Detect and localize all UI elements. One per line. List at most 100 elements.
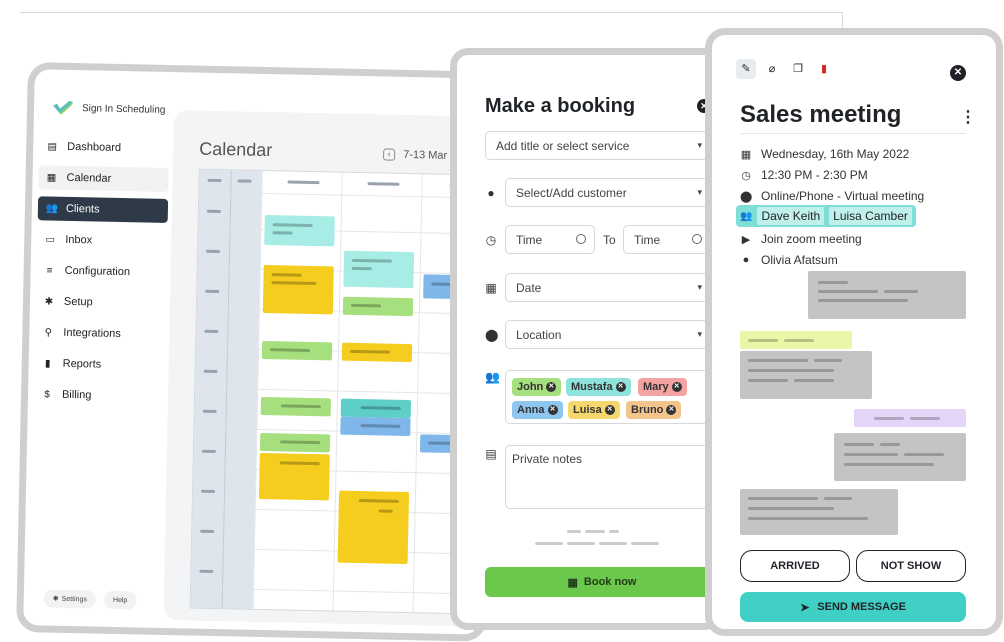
paperclip-icon[interactable]: ⌀	[762, 59, 782, 79]
attendee-chip[interactable]: Luisa ✕	[568, 401, 620, 419]
book-now-button[interactable]: ▦ Book now	[485, 567, 719, 597]
sidebar-item-label: Clients	[65, 202, 100, 216]
scheduling-app-window: Sign In Scheduling ▤ Dashboard ▦ Calendar …	[16, 62, 498, 642]
chip-label: Anna	[517, 404, 545, 416]
calendar-icon: ▦	[46, 171, 57, 184]
calendar-event[interactable]	[340, 398, 412, 419]
sidebar-nav: ▤ Dashboard ▦ Calendar 👥 Clients ▭ Inbox ≡ Co…	[34, 134, 170, 416]
remove-icon[interactable]: ✕	[615, 382, 626, 392]
chevron-down-icon: ▾	[697, 140, 702, 150]
divider	[20, 12, 842, 13]
sidebar-item-calendar[interactable]: ▦ Calendar	[38, 165, 169, 192]
event-location: Online/Phone - Virtual meeting	[761, 189, 925, 203]
calendar-event[interactable]	[262, 264, 334, 315]
customer-select[interactable]: Select/Add customer ▾	[505, 178, 711, 207]
gear-icon: ✱	[52, 595, 59, 603]
calendar-event[interactable]	[261, 340, 333, 361]
sidebar-item-inbox[interactable]: ▭ Inbox	[37, 227, 167, 254]
time-label-placeholder	[203, 369, 218, 374]
sidebar-item-dashboard[interactable]: ▤ Dashboard	[39, 134, 169, 161]
time-label-placeholder	[202, 409, 217, 414]
trash-icon[interactable]: ▮	[814, 59, 834, 79]
column-header-placeholder	[367, 182, 400, 186]
private-notes-field[interactable]: Private notes ▾	[505, 445, 719, 509]
clock-icon	[576, 234, 586, 244]
attendee-chip[interactable]: Bruno ✕	[626, 401, 682, 419]
placeholder-line	[567, 542, 595, 545]
sidebar-item-clients[interactable]: 👥 Clients	[37, 196, 169, 223]
close-icon[interactable]: ✕	[950, 65, 966, 81]
pencil-icon[interactable]: ✎	[736, 59, 756, 79]
location-placeholder: Location	[516, 327, 562, 342]
sidebar-item-label: Setup	[63, 295, 93, 309]
attendee-tag[interactable]: Luisa Camber	[829, 207, 912, 225]
sidebar-item-integrations[interactable]: ⚲ Integrations	[35, 320, 165, 347]
attendee-chip[interactable]: John ✕	[512, 378, 562, 396]
chat-message	[834, 433, 966, 481]
more-vertical-icon[interactable]: ⋮	[960, 107, 976, 127]
logo-check-icon	[53, 100, 74, 115]
placeholder-line	[599, 542, 627, 545]
attendee-tag[interactable]: Dave Keith	[757, 207, 825, 225]
arrived-button[interactable]: ARRIVED	[740, 550, 850, 582]
chat-message	[740, 489, 898, 535]
copy-icon[interactable]: ❐	[788, 59, 808, 79]
sidebar-item-reports[interactable]: ▮ Reports	[34, 351, 164, 378]
location-pin-icon: ⬤	[740, 190, 753, 203]
calendar-event[interactable]	[340, 416, 411, 437]
calendar-event[interactable]	[337, 490, 410, 565]
time-label-placeholder	[204, 329, 219, 334]
sidebar-footer: ✱ Settings Help	[43, 589, 137, 610]
sidebar-item-billing[interactable]: $ Billing	[34, 382, 164, 409]
send-plane-icon: ➤	[800, 601, 810, 614]
service-select[interactable]: Add title or select service ▾	[485, 131, 711, 160]
chevron-down-icon: ▾	[697, 187, 702, 197]
remove-icon[interactable]: ✕	[604, 405, 615, 415]
clock-icon: ◷	[741, 169, 751, 182]
calendar-event[interactable]	[264, 214, 335, 247]
attendee-chip[interactable]: Anna ✕	[512, 401, 563, 419]
sidebar-item-setup[interactable]: ✱ Setup	[36, 289, 166, 316]
attendee-chips[interactable]: John ✕ Mustafa ✕ Mary ✕ Anna ✕ Luisa ✕ Bruno ✕	[505, 370, 719, 424]
help-button[interactable]: Help	[103, 590, 137, 610]
attendee-chip[interactable]: Mary ✕	[638, 378, 687, 396]
event-toolbar: ✎ ⌀ ❐ ▮	[736, 59, 834, 79]
time-label-placeholder	[206, 209, 221, 214]
calendar-event[interactable]	[259, 432, 331, 453]
event-date: Wednesday, 16th May 2022	[761, 147, 910, 161]
remove-icon[interactable]: ✕	[546, 382, 557, 392]
time-from-input[interactable]: Time	[505, 225, 595, 254]
location-select[interactable]: Location ▾	[505, 320, 711, 349]
location-pin-icon: ⬤	[485, 328, 499, 342]
customer-placeholder: Select/Add customer	[516, 185, 627, 200]
zoom-link[interactable]: Join zoom meeting	[761, 232, 862, 246]
calendar-event[interactable]	[260, 396, 332, 417]
inbox-icon: ▭	[45, 233, 56, 246]
brand-logo[interactable]: Sign In Scheduling	[52, 100, 166, 118]
chevron-left-icon[interactable]: ‹	[383, 148, 396, 161]
calendar-event[interactable]	[341, 342, 413, 363]
chat-message	[740, 351, 872, 399]
to-label: To	[603, 233, 616, 247]
not-show-button[interactable]: NOT SHOW	[856, 550, 966, 582]
time-to-input[interactable]: Time	[623, 225, 711, 254]
remove-icon[interactable]: ✕	[671, 382, 682, 392]
calendar-event[interactable]	[258, 452, 330, 501]
remove-icon[interactable]: ✕	[666, 405, 677, 415]
time-from-placeholder: Time	[516, 232, 543, 247]
clock-icon	[692, 234, 702, 244]
date-select[interactable]: Date ▾	[505, 273, 711, 302]
sidebar-item-label: Reports	[62, 357, 102, 371]
settings-button[interactable]: ✱ Settings	[43, 589, 97, 609]
calendar-event[interactable]	[343, 250, 415, 289]
sidebar-item-configuration[interactable]: ≡ Configuration	[36, 258, 166, 285]
sliders-icon: ≡	[46, 264, 53, 277]
calendar-event[interactable]	[342, 296, 414, 317]
attendee-chip[interactable]: Mustafa ✕	[566, 378, 631, 396]
remove-icon[interactable]: ✕	[547, 405, 558, 415]
chat-header	[740, 331, 852, 349]
send-message-button[interactable]: ➤ SEND MESSAGE	[740, 592, 966, 622]
zoom-row[interactable]: ▶ Join zoom meeting	[740, 232, 862, 246]
calendar-icon: ▦	[567, 576, 578, 589]
divider	[740, 133, 966, 134]
